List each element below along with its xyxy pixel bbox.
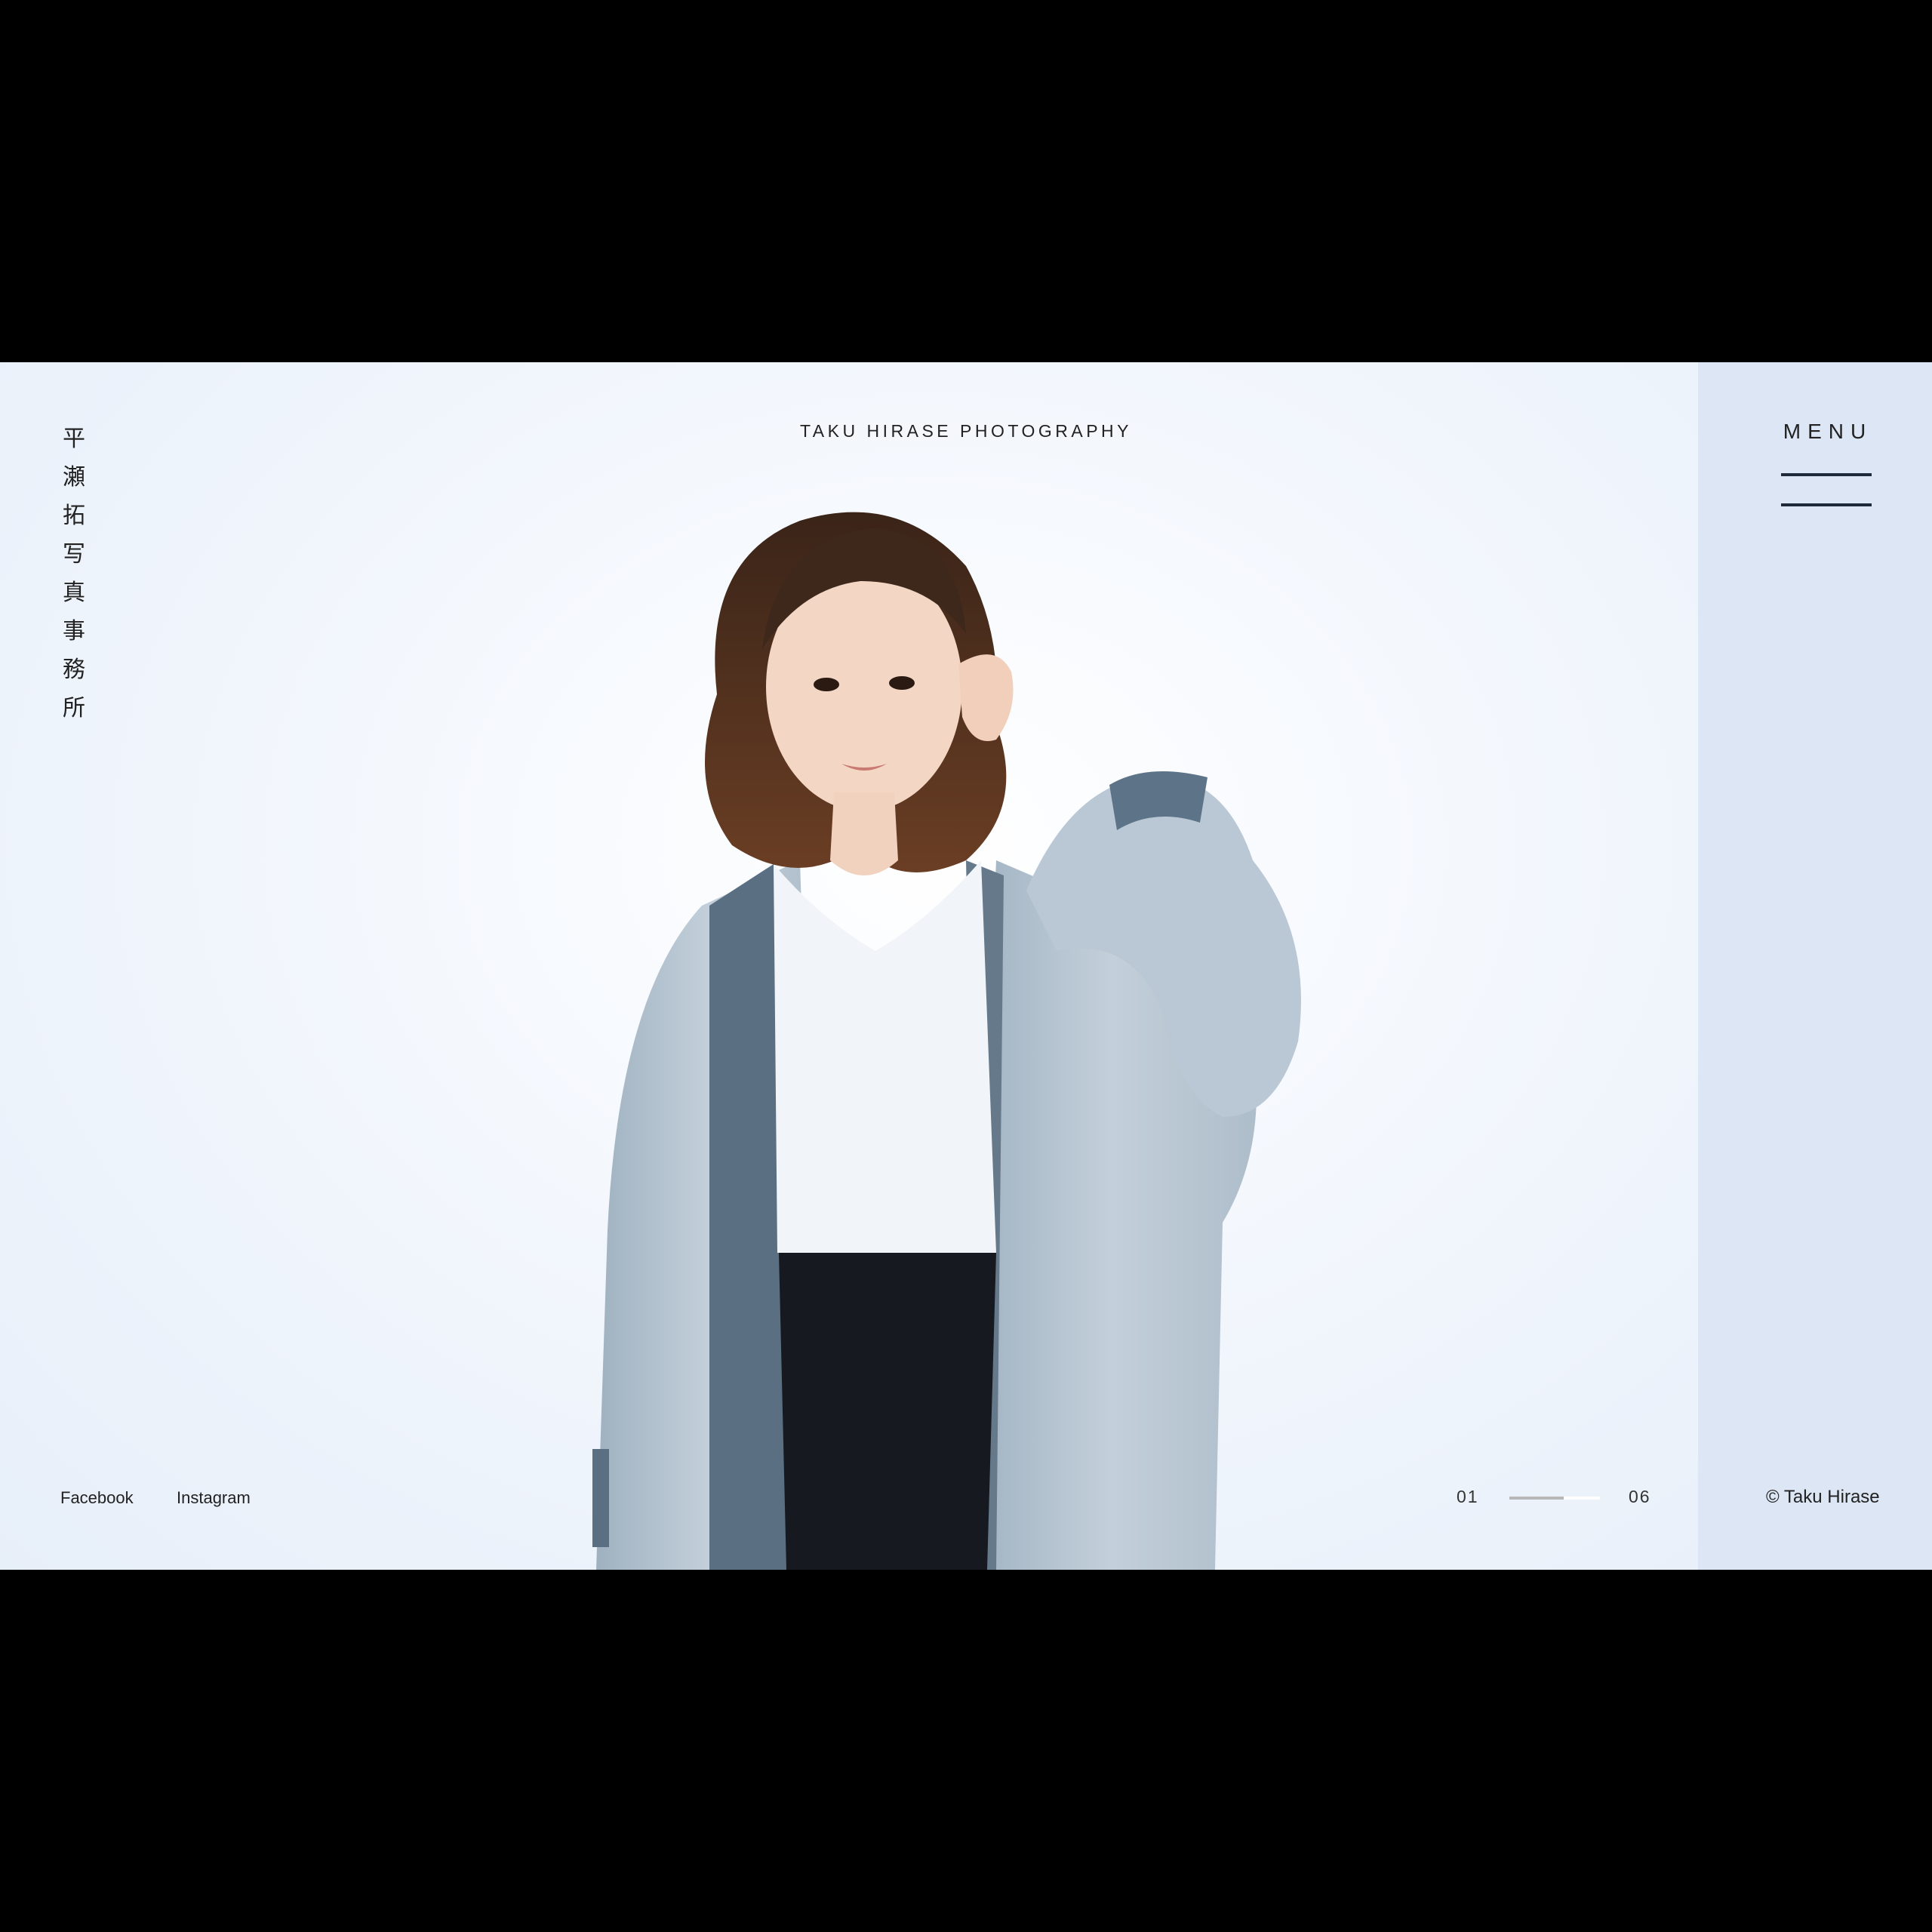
site-viewport: 平 瀬 拓 写 真 事 務 所 TAKU HIRASE PHOTOGRAPHY … [0,362,1932,1570]
slide-current-number: 01 [1457,1487,1479,1506]
logo-char: 真 [63,580,85,606]
logo-char: 瀬 [63,464,85,491]
hero-slide [0,362,1698,1570]
letterbox-bottom [0,1570,1932,1932]
letterbox-top [0,0,1932,362]
hero-photo [592,512,1301,1570]
menu-button-label[interactable]: MENU [1781,420,1875,444]
slide-progress-bar [1509,1497,1600,1500]
copyright-text: © Taku Hirase [1766,1487,1880,1507]
side-panel [1698,362,1932,1570]
logo-char: 務 [63,657,85,683]
slide-total-number: 06 [1629,1487,1651,1506]
site-title[interactable]: TAKU HIRASE PHOTOGRAPHY [0,421,1932,441]
hamburger-icon-bar-bottom[interactable] [1781,503,1872,506]
instagram-link[interactable]: Instagram [177,1488,251,1508]
slide-progress-fill [1509,1497,1564,1500]
logo-char: 所 [63,695,85,721]
logo-char: 拓 [63,503,85,529]
facebook-link[interactable]: Facebook [60,1488,134,1508]
vertical-logo[interactable]: 平 瀬 拓 写 真 事 務 所 [59,420,89,728]
hamburger-icon-bar-top[interactable] [1781,473,1872,476]
logo-char: 事 [63,618,85,645]
logo-char: 写 [63,541,85,568]
